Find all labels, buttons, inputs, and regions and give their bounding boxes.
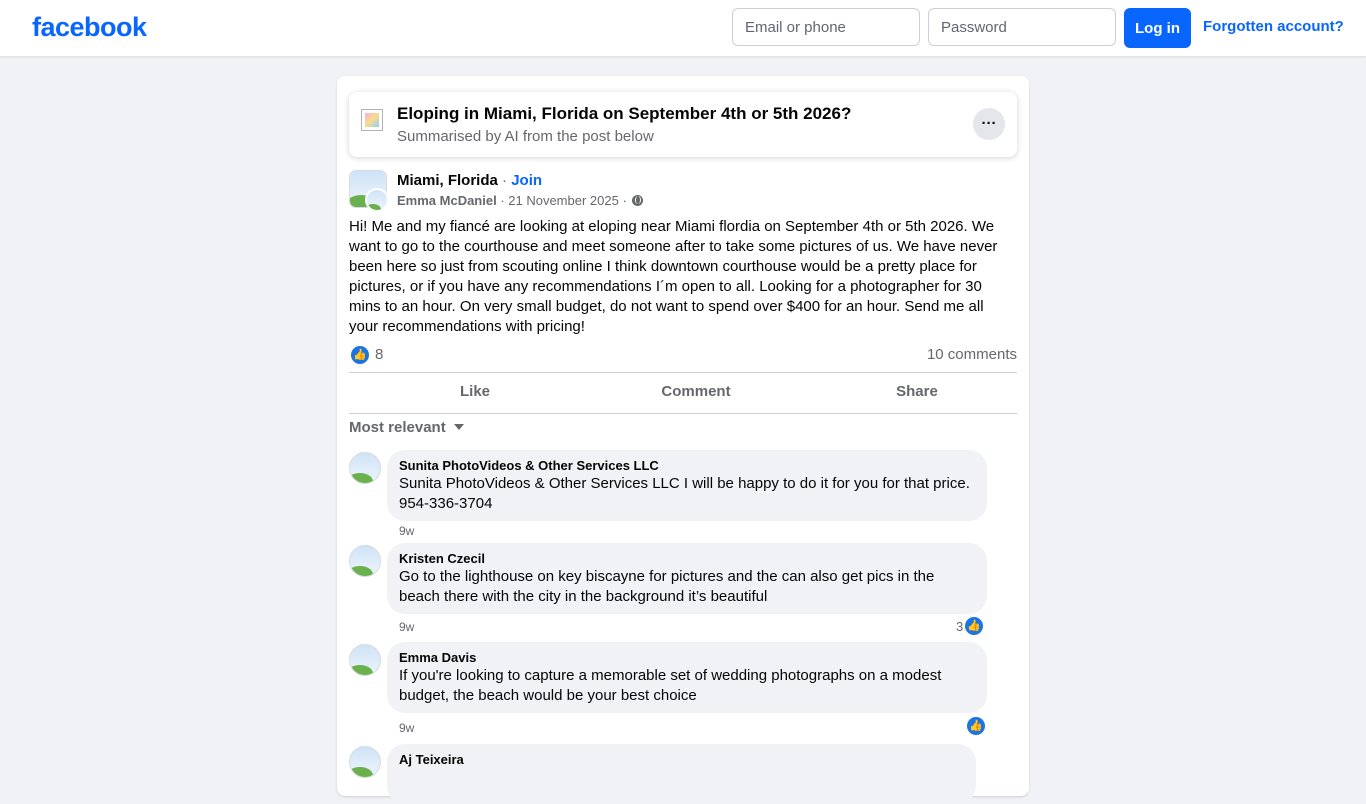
comment-time[interactable]: 9w <box>399 721 414 735</box>
top-bar: facebook Log in Forgotten account? <box>0 0 1366 56</box>
ai-summary-subtitle: Summarised by AI from the post below <box>397 128 654 145</box>
divider <box>349 413 1017 414</box>
thumbs-up-icon: 👍 <box>351 346 369 364</box>
post-date[interactable]: · 21 November 2025 · <box>497 193 631 208</box>
comment-button[interactable]: Comment <box>586 383 806 400</box>
password-field[interactable] <box>928 8 1116 46</box>
thumbs-up-icon: 👍 <box>967 717 985 735</box>
ai-summary-image-icon <box>361 109 383 131</box>
commenter-avatar[interactable] <box>349 545 381 577</box>
comment-text: Sunita PhotoVideos & Other Services LLC … <box>399 475 970 512</box>
share-button[interactable]: Share <box>807 383 1027 400</box>
comment-time[interactable]: 9w <box>399 524 414 538</box>
comment-text: If you're looking to capture a memorable… <box>399 667 942 704</box>
comment-bubble: Kristen Czecil Go to the lighthouse on k… <box>387 543 987 614</box>
divider <box>349 372 1017 373</box>
commenter-avatar[interactable] <box>349 746 381 778</box>
ai-summary-title: Eloping in Miami, Florida on September 4… <box>397 104 852 123</box>
commenter-name[interactable]: Kristen Czecil <box>399 551 975 567</box>
commenter-name[interactable]: Aj Teixeira <box>399 752 964 768</box>
ai-summary-box[interactable]: Eloping in Miami, Florida on September 4… <box>349 92 1017 157</box>
post-meta: Emma McDaniel · 21 November 2025 · <box>397 193 644 208</box>
post-card: Eloping in Miami, Florida on September 4… <box>337 76 1029 804</box>
reaction-count[interactable]: 8 <box>375 346 383 363</box>
facebook-logo[interactable]: facebook <box>32 12 147 43</box>
commenter-avatar[interactable] <box>349 452 381 484</box>
like-button[interactable]: Like <box>365 383 585 400</box>
join-link[interactable]: Join <box>511 172 542 189</box>
separator: · <box>497 172 512 189</box>
author-avatar[interactable] <box>365 188 389 212</box>
caret-down-icon <box>453 424 464 430</box>
commenter-avatar[interactable] <box>349 644 381 676</box>
author-name-link[interactable]: Emma McDaniel <box>397 193 497 208</box>
more-options-button[interactable]: ··· <box>973 108 1005 140</box>
commenter-name[interactable]: Emma Davis <box>399 650 975 666</box>
globe-icon <box>632 195 644 206</box>
post-body: Hi! Me and my fiancé are looking at elop… <box>349 218 998 335</box>
comments-count[interactable]: 10 comments <box>927 346 1017 363</box>
login-button[interactable]: Log in <box>1124 8 1191 48</box>
comment-text: Go to the lighthouse on key biscayne for… <box>399 568 935 605</box>
comment-like-count[interactable]: 3 <box>956 619 963 634</box>
sort-label: Most relevant <box>349 419 446 436</box>
comment-bubble: Sunita PhotoVideos & Other Services LLC … <box>387 450 987 521</box>
group-name-link[interactable]: Miami, Florida <box>397 172 498 189</box>
thumbs-up-icon: 👍 <box>965 617 983 635</box>
email-field[interactable] <box>732 8 920 46</box>
sort-dropdown[interactable]: Most relevant <box>349 419 464 436</box>
comment-bubble: Emma Davis If you're looking to capture … <box>387 642 987 713</box>
comment-bubble: Aj Teixeira <box>387 744 976 804</box>
commenter-name[interactable]: Sunita PhotoVideos & Other Services LLC <box>399 458 975 474</box>
comment-time[interactable]: 9w <box>399 620 414 634</box>
forgot-account-link[interactable]: Forgotten account? <box>1203 18 1344 35</box>
group-line: Miami, Florida · Join <box>397 172 542 189</box>
